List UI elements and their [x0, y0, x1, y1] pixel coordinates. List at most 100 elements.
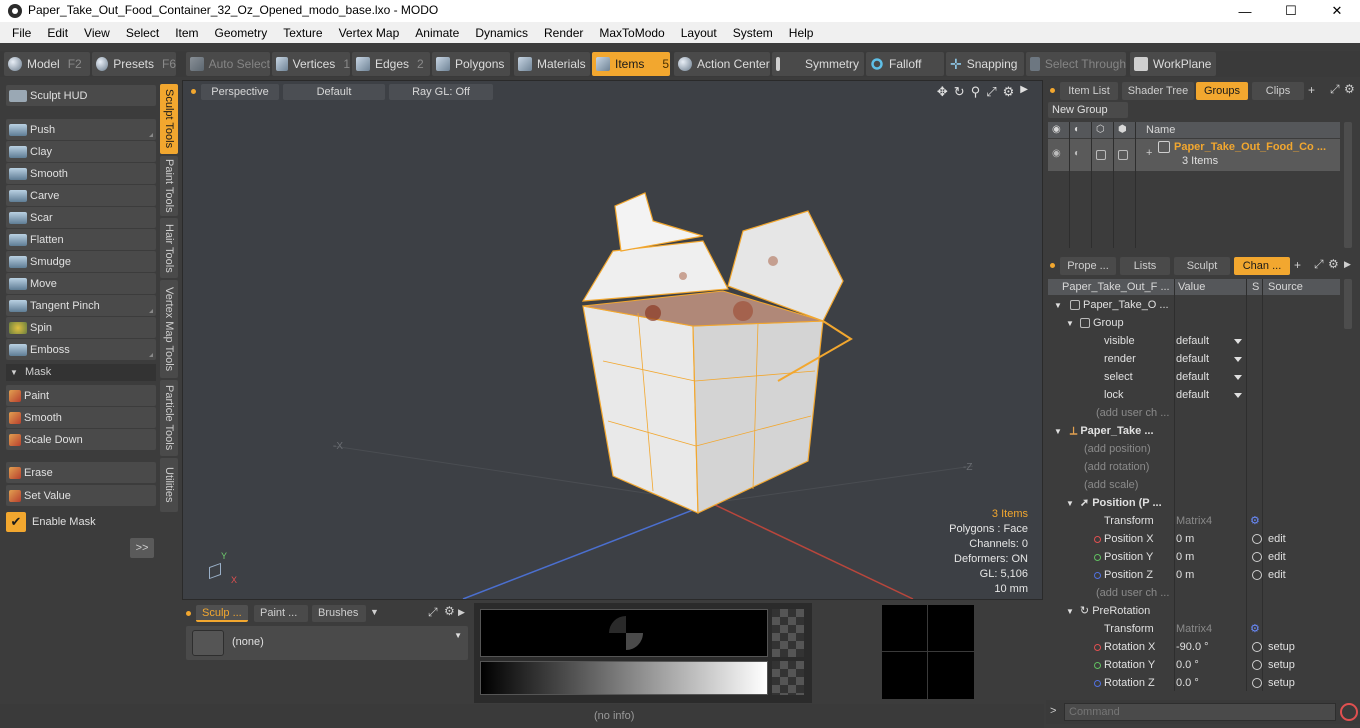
menu-vertex-map[interactable]: Vertex Map: [331, 26, 408, 40]
tool-scar[interactable]: Scar: [6, 207, 156, 228]
mask-scale-down[interactable]: Scale Down: [6, 429, 156, 450]
tab-sculpt[interactable]: Sculpt: [1174, 257, 1230, 275]
alpha-swatch[interactable]: [772, 609, 804, 657]
channel-row[interactable]: (add position): [1048, 440, 1340, 458]
tab-lists[interactable]: Lists: [1120, 257, 1170, 275]
vtab-sculpt-tools[interactable]: Sculpt Tools: [160, 84, 178, 154]
menu-dynamics[interactable]: Dynamics: [467, 26, 536, 40]
snapping-button[interactable]: ✛ Snapping: [946, 52, 1024, 76]
channel-row[interactable]: Rotation Z 0.0 ° setup: [1048, 674, 1340, 692]
vtab-paint-tools[interactable]: Paint Tools: [160, 156, 178, 216]
tab-dropdown-icon[interactable]: ▼: [370, 607, 379, 617]
channel-row[interactable]: Rotation X -90.0 ° setup: [1048, 638, 1340, 656]
vtab-hair-tools[interactable]: Hair Tools: [160, 218, 178, 278]
presets-button[interactable]: Presets F6: [92, 52, 176, 76]
menu-render[interactable]: Render: [536, 26, 591, 40]
tool-push[interactable]: Push: [6, 119, 156, 140]
tab-brushes[interactable]: Brushes: [312, 605, 366, 622]
channel-row[interactable]: Transform Matrix4 ⚙: [1048, 512, 1340, 530]
menu-file[interactable]: File: [4, 26, 39, 40]
menu-maxtomodo[interactable]: MaxToModo: [591, 26, 672, 40]
edges-button[interactable]: Edges 2: [352, 52, 430, 76]
maximize-button[interactable]: ☐: [1268, 0, 1314, 22]
gear-icon[interactable]: ⚙: [1344, 82, 1355, 96]
channel-row[interactable]: render default: [1048, 350, 1340, 368]
close-button[interactable]: ✕: [1314, 0, 1360, 22]
more-button[interactable]: >>: [130, 538, 154, 558]
dropdown-icon[interactable]: [1234, 375, 1242, 380]
link-icon[interactable]: ⚙: [1250, 620, 1260, 638]
channel-row[interactable]: Position Y0 m edit: [1048, 548, 1340, 566]
channel-row[interactable]: lock default: [1048, 386, 1340, 404]
menu-geometry[interactable]: Geometry: [207, 26, 276, 40]
menu-select[interactable]: Select: [118, 26, 167, 40]
maximize-panel-icon[interactable]: ⤢: [1314, 257, 1324, 272]
menu-texture[interactable]: Texture: [275, 26, 330, 40]
state-icon[interactable]: [1252, 642, 1262, 652]
channel-row[interactable]: ▼ ➚ Position (P ...: [1048, 494, 1340, 512]
tab-channels[interactable]: Chan ...: [1234, 257, 1290, 275]
enable-mask-toggle[interactable]: ✔ Enable Mask: [6, 512, 156, 532]
gradient-ramp[interactable]: [480, 661, 768, 695]
select-through-button[interactable]: Select Through: [1026, 52, 1126, 76]
tab-groups[interactable]: Groups: [1196, 82, 1248, 100]
materials-button[interactable]: Materials: [514, 52, 590, 76]
menu-help[interactable]: Help: [781, 26, 822, 40]
tab-shader-tree[interactable]: Shader Tree: [1122, 82, 1194, 100]
falloff-button[interactable]: Falloff: [866, 52, 944, 76]
tool-smudge[interactable]: Smudge: [6, 251, 156, 272]
polygons-button[interactable]: Polygons: [432, 52, 510, 76]
tool-tangent-pinch[interactable]: Tangent Pinch: [6, 295, 156, 316]
tool-emboss[interactable]: Emboss: [6, 339, 156, 360]
workplane-button[interactable]: WorkPlane: [1130, 52, 1216, 76]
tool-move[interactable]: Move: [6, 273, 156, 294]
tool-carve[interactable]: Carve: [6, 185, 156, 206]
menu-item[interactable]: Item: [167, 26, 206, 40]
select-toggle-icon[interactable]: [1096, 150, 1106, 160]
maximize-panel-icon[interactable]: ⤢: [428, 605, 438, 620]
tab-item-list[interactable]: Item List: [1060, 82, 1118, 100]
auto-select-button[interactable]: Auto Select: [186, 52, 270, 76]
maximize-panel-icon[interactable]: ⤢: [1330, 82, 1340, 97]
record-icon[interactable]: [1340, 703, 1358, 721]
food-container-model[interactable]: [581, 192, 853, 514]
menu-system[interactable]: System: [725, 26, 781, 40]
state-icon[interactable]: [1252, 552, 1262, 562]
menu-view[interactable]: View: [76, 26, 118, 40]
vertices-button[interactable]: Vertices 1: [272, 52, 350, 76]
tool-spin[interactable]: Spin: [6, 317, 156, 338]
mask-paint[interactable]: Paint: [6, 385, 156, 406]
channel-row[interactable]: (add user ch ...: [1048, 584, 1340, 602]
dropdown-icon[interactable]: [1234, 357, 1242, 362]
gradient-swatch[interactable]: [772, 661, 804, 695]
channel-row[interactable]: (add rotation): [1048, 458, 1340, 476]
vtab-utilities[interactable]: Utilities: [160, 458, 178, 512]
tab-clips[interactable]: Clips: [1252, 82, 1304, 100]
tool-flatten[interactable]: Flatten: [6, 229, 156, 250]
channel-row[interactable]: visible default: [1048, 332, 1340, 350]
channel-row[interactable]: ▼ ↻ PreRotation: [1048, 602, 1340, 620]
channels-scrollbar[interactable]: [1344, 279, 1352, 329]
channel-row[interactable]: Position Z0 m edit: [1048, 566, 1340, 584]
lock-toggle-icon[interactable]: [1118, 150, 1128, 160]
channel-row[interactable]: Position X0 m edit: [1048, 530, 1340, 548]
state-icon[interactable]: [1252, 534, 1262, 544]
link-icon[interactable]: ⚙: [1250, 512, 1260, 530]
gear-icon[interactable]: ⚙: [1328, 257, 1339, 271]
dropdown-icon[interactable]: [1234, 393, 1242, 398]
brush-selector[interactable]: (none) ▼: [186, 626, 468, 660]
model-button[interactable]: Model F2: [4, 52, 90, 76]
channel-row[interactable]: (add scale): [1048, 476, 1340, 494]
tab-paint[interactable]: Paint ...: [254, 605, 308, 622]
channel-row[interactable]: ▼ Group: [1048, 314, 1340, 332]
expand-icon[interactable]: +: [1146, 147, 1152, 159]
channel-row[interactable]: Transform Matrix4 ⚙: [1048, 620, 1340, 638]
items-button[interactable]: Items 5: [592, 52, 670, 76]
tool-smooth[interactable]: Smooth: [6, 163, 156, 184]
symmetry-button[interactable]: Symmetry: [772, 52, 864, 76]
panel-arrow-icon[interactable]: ▶: [458, 607, 465, 618]
state-icon[interactable]: [1252, 660, 1262, 670]
channel-row[interactable]: Rotation Y 0.0 ° setup: [1048, 656, 1340, 674]
channel-row[interactable]: ▼ Paper_Take_O ...: [1048, 296, 1340, 314]
render-toggle-icon[interactable]: ◐: [1074, 148, 1080, 159]
